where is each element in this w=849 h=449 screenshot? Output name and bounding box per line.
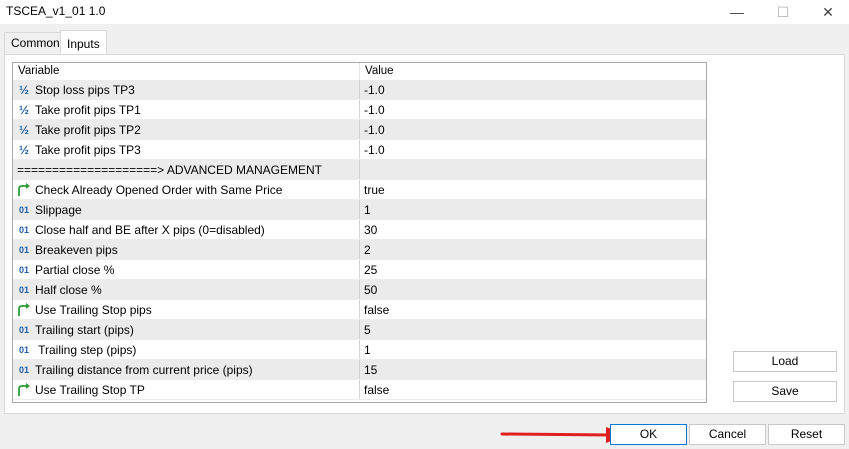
close-button[interactable]: ✕ <box>808 0 848 24</box>
window-title: TSCEA_v1_01 1.0 <box>6 4 106 18</box>
table-row[interactable]: ====================> ADVANCED MANAGEMEN… <box>13 160 706 180</box>
minimize-button[interactable]: — <box>717 0 757 24</box>
column-header-value[interactable]: Value <box>360 63 706 80</box>
variable-name: Half close % <box>35 282 102 297</box>
variable-name: Stop loss pips TP3 <box>35 82 135 97</box>
value-cell[interactable]: -1.0 <box>360 100 706 119</box>
table-row[interactable]: Use Trailing Stop TP false <box>13 380 706 400</box>
value-cell[interactable]: 1 <box>360 200 706 219</box>
variable-cell: 01 Trailing start (pips) <box>13 320 360 339</box>
table-row[interactable]: 01 Trailing distance from current price (… <box>13 360 706 380</box>
save-button[interactable]: Save <box>733 381 837 402</box>
boolean-type-icon <box>17 182 31 197</box>
tab-common[interactable]: Common <box>4 32 67 54</box>
title-bar: TSCEA_v1_01 1.0 — ☐ ✕ <box>0 0 849 24</box>
variable-name: Partial close % <box>35 262 115 277</box>
integer-type-icon: 01 <box>18 244 29 255</box>
variable-cell: Use Trailing Stop pips <box>13 300 360 319</box>
variable-cell: 01 Close half and BE after X pips (0=disa… <box>13 220 360 239</box>
integer-type-icon: 01 <box>18 284 29 295</box>
integer-type-icon: 01 <box>18 264 29 275</box>
value-cell[interactable]: 15 <box>360 360 706 379</box>
variable-name: Slippage <box>35 202 82 217</box>
table-row[interactable]: 01 Slippage 1 <box>13 200 706 220</box>
variable-name: Trailing distance from current price (pi… <box>35 362 253 377</box>
value-cell[interactable] <box>360 160 706 179</box>
table-row[interactable]: 01 Close half and BE after X pips (0=disa… <box>13 220 706 240</box>
table-row[interactable]: Use Trailing Stop pips false <box>13 300 706 320</box>
value-cell[interactable]: false <box>360 380 706 399</box>
double-type-icon: ½ <box>18 82 29 97</box>
variable-cell: ½ Take profit pips TP2 <box>13 120 360 139</box>
value-cell[interactable]: -1.0 <box>360 80 706 99</box>
variable-name: Take profit pips TP2 <box>35 122 141 137</box>
variable-cell: ½ Take profit pips TP3 <box>13 140 360 159</box>
variable-cell: 01 Half close % <box>13 280 360 299</box>
table-row[interactable]: 01 Trailing step (pips) 1 <box>13 340 706 360</box>
variable-name: ====================> ADVANCED MANAGEMEN… <box>17 162 322 177</box>
load-button[interactable]: Load <box>733 351 837 372</box>
variable-cell: 01 Partial close % <box>13 260 360 279</box>
value-cell[interactable]: 5 <box>360 320 706 339</box>
table-row[interactable]: 01 Breakeven pips 2 <box>13 240 706 260</box>
value-cell[interactable]: -1.0 <box>360 120 706 139</box>
variable-name: Trailing start (pips) <box>35 322 134 337</box>
value-cell[interactable]: 2 <box>360 240 706 259</box>
value-cell[interactable]: true <box>360 180 706 199</box>
double-type-icon: ½ <box>18 102 29 117</box>
reset-button[interactable]: Reset <box>768 424 845 445</box>
variable-name: Use Trailing Stop pips <box>35 302 152 317</box>
maximize-button[interactable]: ☐ <box>763 0 803 24</box>
table-row[interactable]: ½ Take profit pips TP2 -1.0 <box>13 120 706 140</box>
variable-cell: 01 Slippage <box>13 200 360 219</box>
integer-type-icon: 01 <box>18 204 29 215</box>
column-header-variable[interactable]: Variable <box>13 63 360 80</box>
variable-cell: 01 Trailing step (pips) <box>13 340 360 359</box>
double-type-icon: ½ <box>18 142 29 157</box>
table-row[interactable]: 01 Half close % 50 <box>13 280 706 300</box>
table-row[interactable]: ½ Stop loss pips TP3 -1.0 <box>13 80 706 100</box>
value-cell[interactable]: false <box>360 300 706 319</box>
variable-name: Breakeven pips <box>35 242 118 257</box>
variable-cell: Use Trailing Stop TP <box>13 380 360 399</box>
variable-cell: ====================> ADVANCED MANAGEMEN… <box>13 160 360 179</box>
variable-cell: ½ Stop loss pips TP3 <box>13 80 360 99</box>
variable-name: Close half and BE after X pips (0=disabl… <box>35 222 265 237</box>
variable-cell: 01 Breakeven pips <box>13 240 360 259</box>
table-row[interactable]: Check Already Opened Order with Same Pri… <box>13 180 706 200</box>
variable-name: Use Trailing Stop TP <box>35 382 145 397</box>
cancel-button[interactable]: Cancel <box>689 424 766 445</box>
inputs-grid: Variable Value ½ Stop loss pips TP3 -1.0 ½ T… <box>12 62 707 403</box>
boolean-type-icon <box>17 302 31 317</box>
table-row[interactable]: 01 Trailing start (pips) 5 <box>13 320 706 340</box>
ok-button[interactable]: OK <box>610 424 687 445</box>
value-cell[interactable]: 25 <box>360 260 706 279</box>
integer-type-icon: 01 <box>18 344 29 355</box>
value-cell[interactable]: 1 <box>360 340 706 359</box>
value-cell[interactable]: 50 <box>360 280 706 299</box>
variable-name: Check Already Opened Order with Same Pri… <box>35 182 283 197</box>
double-type-icon: ½ <box>18 122 29 137</box>
table-row[interactable]: 01 Partial close % 25 <box>13 260 706 280</box>
table-row[interactable]: ½ Take profit pips TP3 -1.0 <box>13 140 706 160</box>
integer-type-icon: 01 <box>18 224 29 235</box>
boolean-type-icon <box>17 382 31 397</box>
value-cell[interactable]: 30 <box>360 220 706 239</box>
variable-cell: 01 Trailing distance from current price (… <box>13 360 360 379</box>
integer-type-icon: 01 <box>18 364 29 375</box>
tab-inputs[interactable]: Inputs <box>60 30 107 55</box>
variable-name: Take profit pips TP3 <box>35 142 141 157</box>
variable-cell: ½ Take profit pips TP1 <box>13 100 360 119</box>
grid-header: Variable Value <box>13 63 706 81</box>
variable-name: Take profit pips TP1 <box>35 102 141 117</box>
variable-name: Trailing step (pips) <box>35 342 137 357</box>
value-cell[interactable]: -1.0 <box>360 140 706 159</box>
variable-cell: Check Already Opened Order with Same Pri… <box>13 180 360 199</box>
integer-type-icon: 01 <box>18 324 29 335</box>
table-row[interactable]: ½ Take profit pips TP1 -1.0 <box>13 100 706 120</box>
